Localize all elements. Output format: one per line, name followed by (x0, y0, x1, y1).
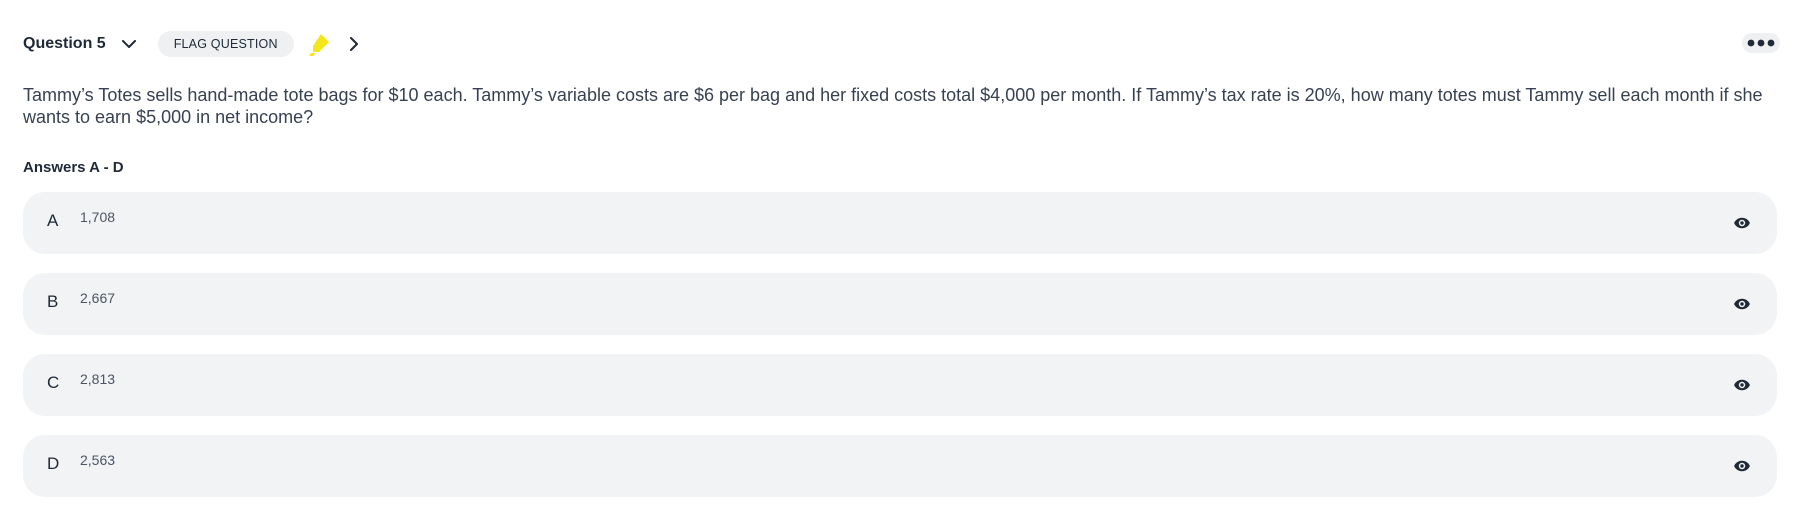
answer-option-a[interactable]: A 1,708 (23, 192, 1777, 254)
answer-option-b[interactable]: B 2,667 (23, 273, 1777, 335)
answer-option-c[interactable]: C 2,813 (23, 354, 1777, 416)
answer-letter: A (47, 211, 59, 230)
answer-value: 1,708 (80, 209, 116, 225)
eye-icon[interactable] (1733, 295, 1751, 313)
answer-letter: D (47, 454, 60, 473)
highlighter-icon[interactable] (306, 30, 334, 58)
answer-value: 2,563 (80, 452, 116, 468)
question-title: Question 5 (23, 35, 106, 52)
answer-option-d[interactable]: D 2,563 (23, 435, 1777, 497)
question-header: Question 5 FLAG QUESTION (23, 26, 366, 62)
eye-icon[interactable] (1733, 457, 1751, 475)
chevron-down-icon[interactable] (118, 33, 140, 55)
question-text: Tammy’s Totes sells hand-made tote bags … (23, 85, 1763, 127)
more-icon (1747, 39, 1775, 47)
answer-value: 2,667 (80, 290, 116, 306)
answer-letter: C (47, 373, 60, 392)
flag-question-button[interactable]: FLAG QUESTION (157, 31, 294, 57)
answer-letter: B (47, 292, 59, 311)
chevron-right-icon[interactable] (344, 33, 366, 55)
eye-icon[interactable] (1733, 214, 1751, 232)
eye-icon[interactable] (1733, 376, 1751, 394)
answer-value: 2,813 (80, 371, 116, 387)
answers-label: Answers A - D (23, 159, 124, 176)
more-options-button[interactable] (1742, 33, 1780, 53)
